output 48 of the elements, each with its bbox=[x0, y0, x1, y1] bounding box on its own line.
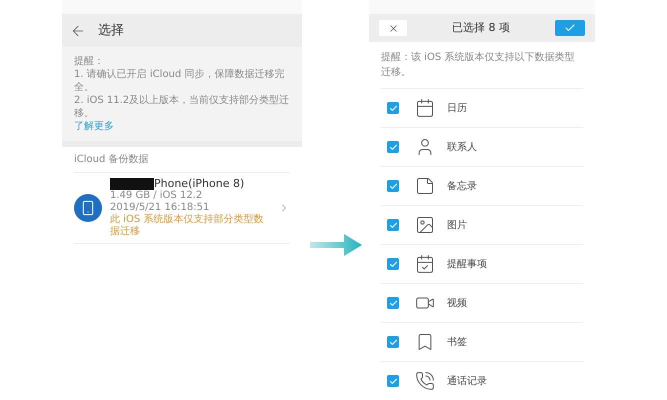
data-type-row[interactable]: 通话记录 bbox=[381, 361, 583, 400]
check-icon bbox=[564, 22, 576, 34]
phone-avatar-icon bbox=[74, 194, 102, 222]
data-type-label: 备忘录 bbox=[447, 180, 477, 194]
checkbox[interactable] bbox=[387, 375, 399, 387]
data-type-label: 联系人 bbox=[447, 140, 477, 154]
data-type-row[interactable]: 书签 bbox=[381, 322, 583, 361]
checkbox[interactable] bbox=[387, 336, 399, 348]
data-type-label: 提醒事项 bbox=[447, 258, 487, 272]
checkbox[interactable] bbox=[387, 180, 399, 192]
device-name: Phone(iPhone 8) bbox=[154, 178, 244, 190]
close-icon bbox=[388, 22, 398, 34]
checkbox[interactable] bbox=[387, 297, 399, 309]
close-button[interactable] bbox=[379, 20, 407, 36]
calendar-check-icon bbox=[415, 254, 435, 274]
data-type-row[interactable]: 备忘录 bbox=[381, 166, 583, 205]
calendar-icon bbox=[415, 98, 435, 118]
data-type-label: 日历 bbox=[447, 102, 467, 116]
warning-text: 此 iOS 系统版本仅支持部分类型数据迁移 bbox=[110, 214, 264, 238]
data-type-row[interactable]: 图片 bbox=[381, 205, 583, 244]
data-type-label: 书签 bbox=[447, 336, 467, 350]
screen-title: 选择 bbox=[98, 22, 124, 40]
data-type-row[interactable]: 日历 bbox=[381, 88, 583, 127]
selection-title: 已选择 8 项 bbox=[452, 20, 510, 36]
arrow-icon bbox=[310, 232, 362, 258]
section-title: iCloud 备份数据 bbox=[74, 147, 290, 173]
data-type-label: 图片 bbox=[447, 218, 467, 232]
redaction-block bbox=[110, 178, 154, 190]
image-icon bbox=[415, 215, 435, 235]
data-type-row[interactable]: 提醒事项 bbox=[381, 244, 583, 283]
checkbox[interactable] bbox=[387, 219, 399, 231]
tip-text: 提醒：该 iOS 系统版本仅支持以下数据类型迁移。 bbox=[369, 42, 595, 88]
tip-text: 2. iOS 11.2及以上版本，当前仅支持部分类型迁移。 bbox=[74, 94, 290, 120]
tip-text: 1. 请确认已开启 iCloud 同步，保障数据迁移完全。 bbox=[74, 68, 286, 94]
data-type-label: 通话记录 bbox=[447, 374, 487, 388]
checkbox[interactable] bbox=[387, 258, 399, 270]
backup-date: 2019/5/21 16:18:51 bbox=[110, 202, 210, 214]
checkbox[interactable] bbox=[387, 141, 399, 153]
phone-call-icon bbox=[415, 371, 435, 391]
tip-label: 提醒： bbox=[74, 55, 105, 68]
confirm-button[interactable] bbox=[555, 20, 585, 36]
note-icon bbox=[415, 176, 435, 196]
backup-item[interactable]: Phone(iPhone 8) 1.49 GB / iOS 12.2 2019/5/21 16:18:51 此 iOS 系统版本仅支持部分类型数据迁移 bbox=[74, 173, 290, 244]
checkbox[interactable] bbox=[387, 102, 399, 114]
data-type-label: 视频 bbox=[447, 296, 467, 310]
data-type-row[interactable]: 视频 bbox=[381, 283, 583, 322]
backup-size: 1.49 GB / iOS 12.2 bbox=[110, 190, 204, 202]
data-type-row[interactable]: 联系人 bbox=[381, 127, 583, 166]
